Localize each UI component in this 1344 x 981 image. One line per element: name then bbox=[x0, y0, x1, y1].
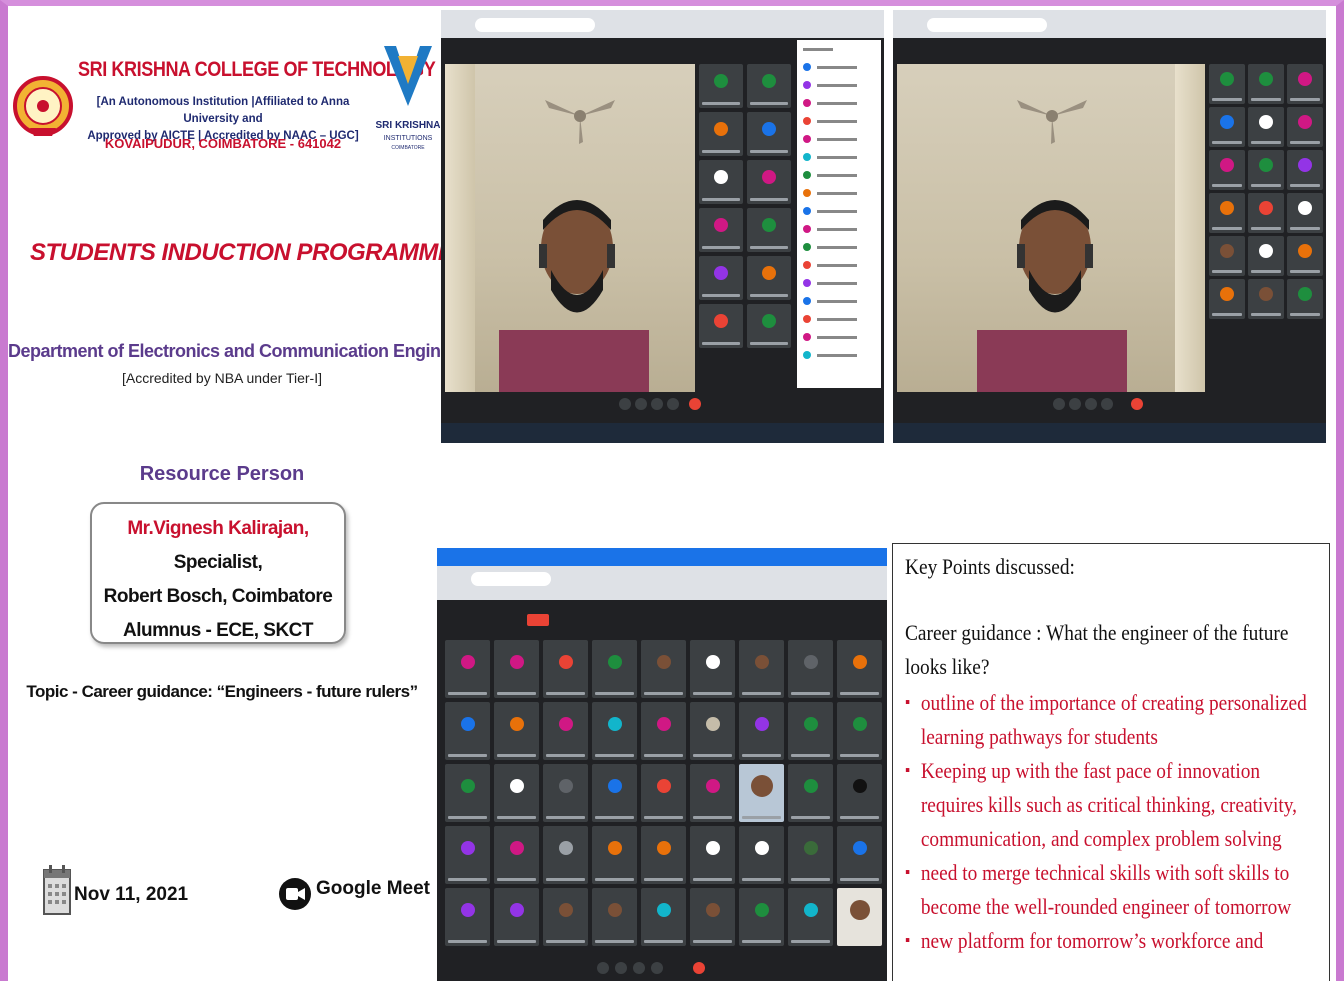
os-taskbar bbox=[893, 423, 1326, 443]
meet-controls bbox=[441, 392, 884, 418]
key-points-list: outline of the importance of creating pe… bbox=[905, 686, 1317, 958]
browser-bar bbox=[437, 548, 887, 600]
present-button[interactable] bbox=[651, 398, 663, 410]
address-bar bbox=[927, 18, 1047, 32]
leave-call-button[interactable] bbox=[689, 398, 701, 410]
speaker-video bbox=[897, 64, 1205, 400]
resource-person-name: Mr.Vignesh Kalirajan, bbox=[127, 518, 309, 539]
address-bar bbox=[471, 572, 551, 586]
resource-person-heading: Resource Person bbox=[139, 463, 305, 485]
sri-krishna-logo-icon: SRI KRISHNA INSTITUTIONS COIMBATORE bbox=[376, 46, 440, 151]
programme-title: STUDENTS INDUCTION PROGRAMME - 2021 bbox=[30, 239, 525, 266]
college-seal-icon bbox=[13, 76, 73, 136]
brand-line-3: COIMBATORE bbox=[391, 145, 425, 151]
college-affiliation-line-1: [An Autonomous Institution |Affiliated t… bbox=[96, 96, 350, 125]
leave-call-button[interactable] bbox=[693, 962, 705, 974]
key-points-panel: Key Points discussed: Career guidance : … bbox=[892, 543, 1330, 981]
browser-bar bbox=[441, 10, 884, 38]
mic-button[interactable] bbox=[597, 962, 609, 974]
people-panel[interactable] bbox=[797, 40, 881, 388]
resource-person-card: Mr.Vignesh Kalirajan, Specialist, Robert… bbox=[90, 502, 346, 644]
session-topic: Topic - Career guidance: “Engineers - fu… bbox=[26, 682, 418, 701]
camera-button[interactable] bbox=[615, 962, 627, 974]
address-bar bbox=[475, 18, 595, 32]
resource-person-alumnus: Alumnus - ECE, SKCT bbox=[122, 620, 314, 641]
event-poster: SRI KRISHNA COLLEGE OF TECHNOLOGY [An Au… bbox=[8, 6, 525, 981]
department-name: Department of Electronics and Communicat… bbox=[8, 341, 492, 361]
resource-person-company: Robert Bosch, Coimbatore bbox=[103, 586, 333, 607]
key-point-item: need to merge technical skills with soft… bbox=[905, 856, 1319, 924]
meet-screenshot-2 bbox=[893, 10, 1326, 443]
key-point-item: Keeping up with the fast pace of innovat… bbox=[905, 754, 1319, 856]
college-address: KOVAIPUDUR, COIMBATORE - 641042 bbox=[104, 136, 342, 151]
google-meet-icon bbox=[279, 878, 311, 910]
speaker-video bbox=[445, 64, 695, 400]
college-name: SRI KRISHNA COLLEGE OF TECHNOLOGY bbox=[78, 58, 436, 81]
meet-screenshot-1 bbox=[441, 10, 884, 443]
brand-line-2: INSTITUTIONS bbox=[384, 135, 433, 142]
participant-grid-2 bbox=[1209, 64, 1323, 319]
department-accreditation: [Accredited by NBA under Tier-I] bbox=[122, 370, 322, 386]
os-taskbar bbox=[441, 423, 884, 443]
camera-button[interactable] bbox=[635, 398, 647, 410]
more-button[interactable] bbox=[651, 962, 663, 974]
meet-controls bbox=[893, 392, 1326, 418]
participant-grid-1 bbox=[699, 64, 791, 348]
present-button[interactable] bbox=[1085, 398, 1097, 410]
camera-button[interactable] bbox=[1069, 398, 1081, 410]
mic-button[interactable] bbox=[1053, 398, 1065, 410]
present-button[interactable] bbox=[633, 962, 645, 974]
key-points-title: Key Points discussed: bbox=[905, 554, 1075, 579]
brand-line-1: SRI KRISHNA bbox=[376, 120, 440, 131]
meet-controls bbox=[437, 956, 887, 981]
meeting-platform: Google Meet bbox=[316, 878, 431, 899]
more-button[interactable] bbox=[667, 398, 679, 410]
browser-bar bbox=[893, 10, 1326, 38]
event-date: Nov 11, 2021 bbox=[74, 884, 189, 905]
key-points-subtitle: Career guidance : What the engineer of t… bbox=[905, 620, 1289, 679]
meet-screenshot-3 bbox=[437, 548, 887, 981]
recording-badge bbox=[527, 614, 549, 626]
leave-call-button[interactable] bbox=[1131, 398, 1143, 410]
resource-person-role: Specialist, bbox=[173, 552, 263, 573]
calendar-icon bbox=[43, 865, 71, 915]
key-point-item: new platform for tomorrow’s workforce an… bbox=[905, 924, 1319, 958]
participant-gallery bbox=[445, 640, 885, 946]
mic-button[interactable] bbox=[619, 398, 631, 410]
more-button[interactable] bbox=[1101, 398, 1113, 410]
key-point-item: outline of the importance of creating pe… bbox=[905, 686, 1319, 754]
